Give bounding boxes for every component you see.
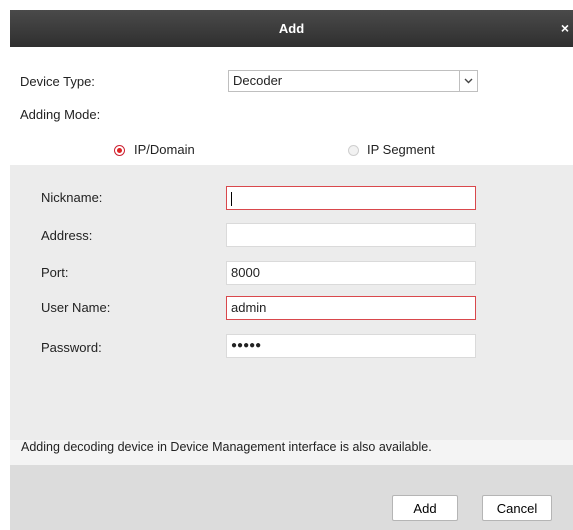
device-type-value: Decoder (233, 73, 283, 88)
chevron-down-icon[interactable] (459, 71, 477, 91)
address-label: Address: (41, 228, 93, 243)
title-bar[interactable]: Add × (10, 10, 573, 47)
device-type-section: Device Type: Decoder Adding Mode: IP/Dom… (10, 47, 573, 165)
dialog-footer: Add Cancel (10, 465, 573, 530)
text-cursor (231, 191, 232, 206)
add-device-dialog: Add × Device Type: Decoder Adding Mode: … (10, 10, 573, 530)
dialog-title: Add (278, 21, 305, 36)
address-input[interactable] (226, 223, 476, 247)
nickname-label: Nickname: (41, 190, 103, 205)
cancel-button[interactable]: Cancel (482, 495, 552, 521)
close-icon[interactable]: × (559, 10, 571, 47)
username-label: User Name: (41, 300, 111, 315)
adding-mode-label: Adding Mode: (20, 107, 101, 122)
radio-ip-segment-label[interactable]: IP Segment (367, 142, 435, 157)
info-text: Adding decoding device in Device Managem… (21, 440, 432, 454)
username-input[interactable]: admin (226, 296, 476, 320)
radio-unselected-icon[interactable] (348, 145, 359, 156)
radio-ip-domain-label[interactable]: IP/Domain (134, 142, 195, 157)
password-input[interactable]: ●●●●● (226, 334, 476, 358)
add-button[interactable]: Add (392, 495, 458, 521)
device-type-label: Device Type: (20, 74, 95, 89)
device-form: Nickname: Address: Port: 8000 User Name:… (10, 165, 573, 454)
password-label: Password: (41, 340, 102, 355)
port-label: Port: (41, 265, 69, 280)
device-type-select[interactable]: Decoder (228, 70, 478, 92)
radio-selected-icon[interactable] (114, 145, 125, 156)
port-input[interactable]: 8000 (226, 261, 476, 285)
nickname-input[interactable] (226, 186, 476, 210)
